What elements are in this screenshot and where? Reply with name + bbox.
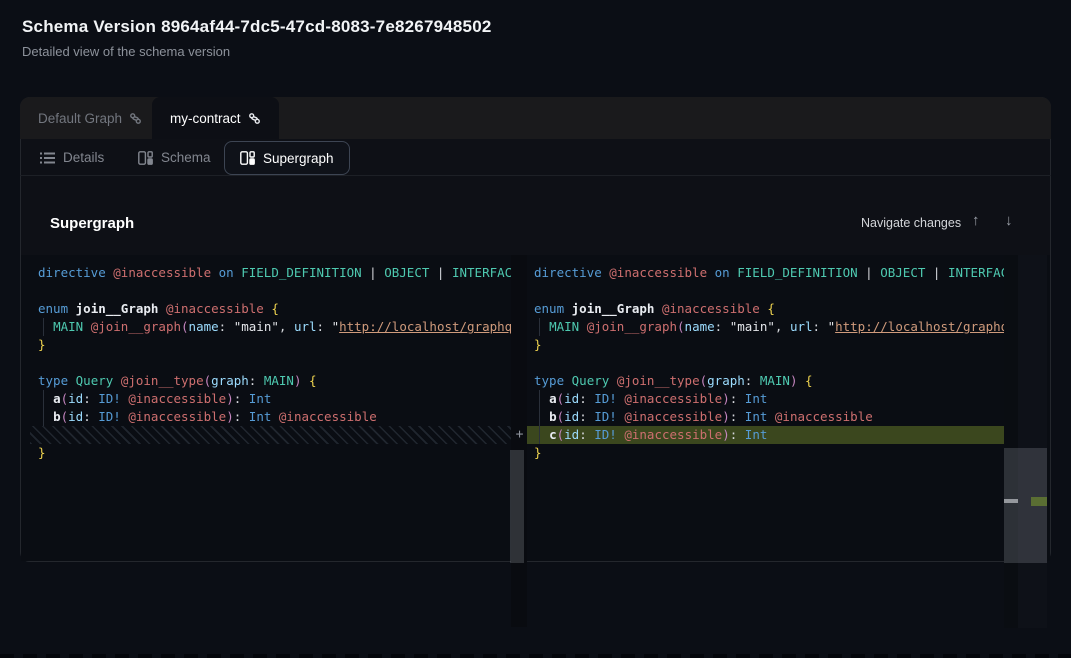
- tab-default-graph[interactable]: Default Graph: [20, 97, 160, 139]
- indent-guide: [43, 318, 44, 336]
- subtab-label: Details: [63, 150, 104, 165]
- added-code-line: c(id: ID! @inaccessible): Int: [527, 426, 1018, 444]
- tab-label: Default Graph: [38, 111, 122, 126]
- minimap-added-line-mark: [1031, 497, 1047, 506]
- code-line: b(id: ID! @inaccessible): Int @inaccessi…: [527, 408, 1018, 426]
- next-change-button[interactable]: ↓: [1005, 212, 1013, 229]
- left-editor-scrollbar[interactable]: [510, 450, 524, 563]
- code-line: MAIN @join__graph(name: "main", url: "ht…: [30, 318, 511, 336]
- code-line: }: [30, 336, 511, 354]
- code-line: [30, 282, 511, 300]
- code-line: [30, 354, 511, 372]
- code-line: type Query @join__type(graph: MAIN) {: [527, 372, 1018, 390]
- code-line: [527, 282, 1018, 300]
- schema-version-page: Schema Version 8964af44-7dc5-47cd-8083-7…: [0, 0, 1071, 658]
- subtab-label: Schema: [161, 150, 211, 165]
- subtab-supergraph[interactable]: Supergraph: [224, 141, 350, 175]
- indent-guide: [539, 318, 540, 336]
- page-subtitle: Detailed view of the schema version: [22, 44, 230, 59]
- code-line: directive @inaccessible on FIELD_DEFINIT…: [30, 264, 511, 282]
- tab-my-contract[interactable]: my-contract: [152, 97, 279, 139]
- indent-guide: [43, 390, 44, 426]
- code-line: }: [527, 336, 1018, 354]
- code-line: a(id: ID! @inaccessible): Int: [527, 390, 1018, 408]
- view-subtabs: Details Schema Supergraph: [20, 139, 1051, 176]
- panels-icon: [138, 151, 153, 165]
- variant-tabstrip: Default Graph my-contract: [20, 97, 1051, 139]
- code-line: MAIN @join__graph(name: "main", url: "ht…: [527, 318, 1018, 336]
- code-line: a(id: ID! @inaccessible): Int: [30, 390, 511, 408]
- indent-guide: [539, 390, 540, 444]
- diff-editor-modified[interactable]: directive @inaccessible on FIELD_DEFINIT…: [527, 255, 1018, 562]
- overview-ruler: [1004, 255, 1018, 628]
- variant-fork-icon: [129, 112, 142, 125]
- overview-ruler-change-mark: [1004, 499, 1018, 503]
- original-code-lines: directive @inaccessible on FIELD_DEFINIT…: [30, 264, 511, 462]
- code-line: [527, 354, 1018, 372]
- code-line: directive @inaccessible on FIELD_DEFINIT…: [527, 264, 1018, 282]
- subtab-label: Supergraph: [263, 151, 334, 166]
- added-line-plus-marker: +: [512, 426, 527, 444]
- code-line: enum join__Graph @inaccessible {: [527, 300, 1018, 318]
- subtab-schema[interactable]: Schema: [138, 142, 211, 173]
- code-line: }: [30, 444, 511, 462]
- panels-icon: [240, 151, 255, 165]
- modified-code-lines: directive @inaccessible on FIELD_DEFINIT…: [527, 264, 1018, 462]
- subtab-details[interactable]: Details: [40, 142, 104, 173]
- bottom-dashed-divider: [0, 654, 1071, 658]
- variant-fork-icon: [248, 112, 261, 125]
- code-line: b(id: ID! @inaccessible): Int @inaccessi…: [30, 408, 511, 426]
- code-line: enum join__Graph @inaccessible {: [30, 300, 511, 318]
- navigate-changes-label: Navigate changes: [861, 216, 961, 230]
- code-line: }: [527, 444, 1018, 462]
- code-line: type Query @join__type(graph: MAIN) {: [30, 372, 511, 390]
- previous-change-button[interactable]: ↑: [972, 212, 980, 229]
- diff-editor-original[interactable]: directive @inaccessible on FIELD_DEFINIT…: [30, 255, 511, 562]
- minimap[interactable]: [1018, 255, 1047, 628]
- tab-label: my-contract: [170, 111, 241, 126]
- section-heading: Supergraph: [50, 215, 134, 232]
- page-title: Schema Version 8964af44-7dc5-47cd-8083-7…: [22, 17, 492, 37]
- list-icon: [40, 152, 55, 164]
- diff-gap-row: [30, 426, 511, 444]
